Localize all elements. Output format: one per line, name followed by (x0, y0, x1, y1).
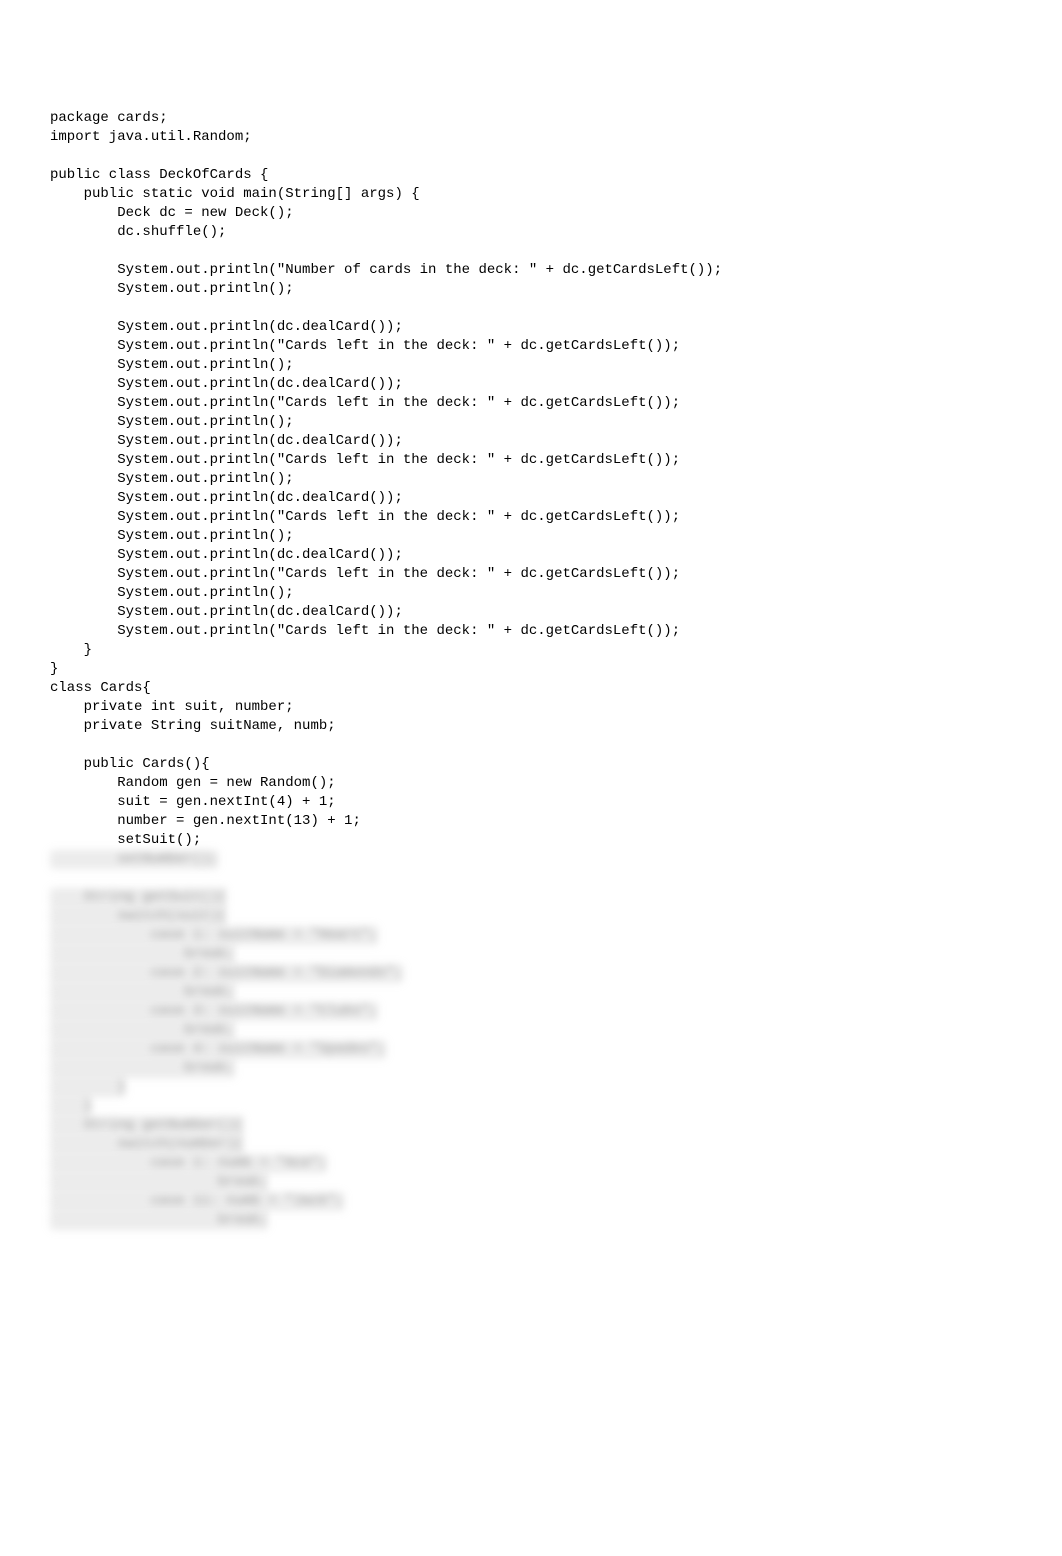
code-line: class Cards{ (50, 680, 151, 696)
blurred-code-line: case 1: numb = "Ace"; (50, 1154, 327, 1173)
code-line: System.out.println("Cards left in the de… (50, 395, 680, 411)
blurred-code-line: break; (50, 1173, 268, 1192)
blurred-code-line: break; (50, 945, 235, 964)
code-line: System.out.println(); (50, 471, 294, 487)
code-line: System.out.println(dc.dealCard()); (50, 604, 403, 620)
blurred-code-line: case 3: suitName = "Clubs"; (50, 1002, 378, 1021)
code-line: package cards; (50, 110, 168, 126)
code-line: Deck dc = new Deck(); (50, 205, 294, 221)
code-line: System.out.println(dc.dealCard()); (50, 319, 403, 335)
code-line: suit = gen.nextInt(4) + 1; (50, 794, 336, 810)
code-line: } (50, 661, 58, 677)
code-line: System.out.println(); (50, 528, 294, 544)
code-line: System.out.println(dc.dealCard()); (50, 547, 403, 563)
code-line: System.out.println(); (50, 357, 294, 373)
code-line: System.out.println(dc.dealCard()); (50, 433, 403, 449)
blurred-code-line: break; (50, 1059, 235, 1078)
code-line: } (50, 642, 92, 658)
blurred-code-line: } (50, 1078, 126, 1097)
blurred-code-line: case 1: suitName = "Heart"; (50, 926, 378, 945)
code-document: package cards; import java.util.Random; … (0, 0, 1062, 1280)
code-line: System.out.println("Cards left in the de… (50, 338, 680, 354)
blurred-code-line: break; (50, 983, 235, 1002)
blurred-code-line: case 4: suitName = "Spades"; (50, 1040, 386, 1059)
code-line: public class DeckOfCards { (50, 167, 268, 183)
blurred-code-line: String getNumber(){ (50, 1116, 243, 1135)
blurred-code-line: case 11: numb = "Jack"; (50, 1192, 344, 1211)
code-line: System.out.println("Cards left in the de… (50, 509, 680, 525)
code-line: System.out.println("Cards left in the de… (50, 623, 680, 639)
code-line: System.out.println(); (50, 585, 294, 601)
code-line: System.out.println(); (50, 414, 294, 430)
code-line: public Cards(){ (50, 756, 210, 772)
blurred-code-line: } (50, 1097, 92, 1116)
code-line: number = gen.nextInt(13) + 1; (50, 813, 361, 829)
code-line: System.out.println("Cards left in the de… (50, 452, 680, 468)
code-line: public static void main(String[] args) { (50, 186, 420, 202)
code-line: setSuit(); (50, 832, 201, 848)
code-line: private String suitName, numb; (50, 718, 336, 734)
blurred-code-line: switch(number){ (50, 1135, 243, 1154)
blurred-code-line: break; (50, 1211, 268, 1230)
code-line: Random gen = new Random(); (50, 775, 336, 791)
code-line: import java.util.Random; (50, 129, 252, 145)
code-line: System.out.println(dc.dealCard()); (50, 376, 403, 392)
code-line: System.out.println("Number of cards in t… (50, 262, 722, 278)
blurred-code-line: break; (50, 1021, 235, 1040)
code-line: System.out.println("Cards left in the de… (50, 566, 680, 582)
blurred-code-line: setNumber(); (50, 850, 218, 869)
code-line: private int suit, number; (50, 699, 294, 715)
blurred-code-line: case 2: suitName = "Diamonds"; (50, 964, 403, 983)
blurred-code-line: String getSuit(){ (50, 888, 226, 907)
blurred-code-line: switch(suit){ (50, 907, 226, 926)
code-line: dc.shuffle(); (50, 224, 226, 240)
code-line: System.out.println(dc.dealCard()); (50, 490, 403, 506)
code-line: System.out.println(); (50, 281, 294, 297)
